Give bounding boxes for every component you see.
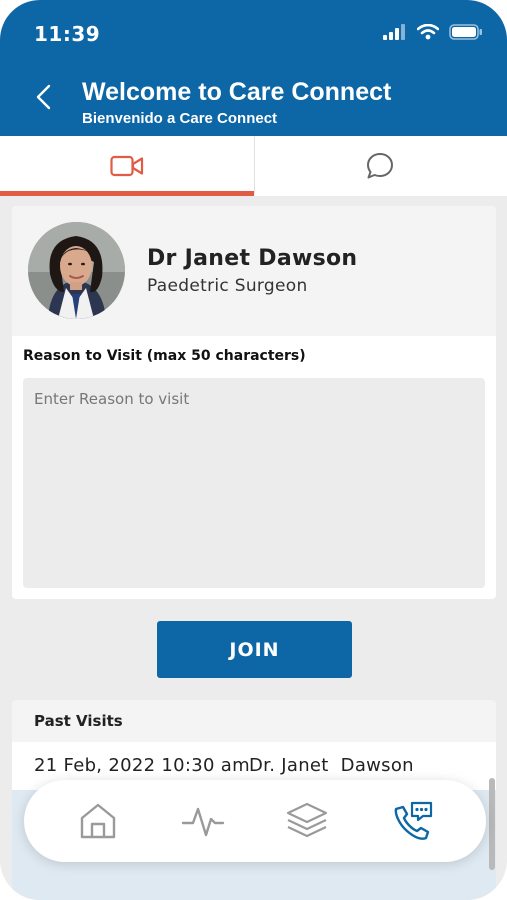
battery-icon [449,24,482,40]
home-icon [81,803,116,839]
doctor-header: Dr Janet Dawson Paedetric Surgeon [12,206,496,336]
status-icons [383,24,483,40]
past-visits-title: Past Visits [34,712,123,730]
signal-icon [383,24,405,40]
nav-home[interactable] [70,793,126,849]
past-visits-header: Past Visits [12,700,496,742]
nav-call[interactable] [384,793,440,849]
phone-chat-icon [394,801,432,840]
reason-label: Reason to Visit (max 50 characters) [23,348,306,364]
nav-layers[interactable] [279,793,335,849]
tab-chat[interactable] [254,136,507,196]
back-button[interactable] [30,82,60,112]
pulse-icon [181,807,224,837]
chat-bubble-icon [367,153,394,179]
past-visit-doctor: Dr. Janet Dawson [249,755,414,776]
layers-icon [287,802,328,838]
avatar [28,222,125,319]
page-title: Welcome to Care Connect [82,78,392,106]
bottom-nav [24,780,486,862]
doctor-name: Dr Janet Dawson [147,246,358,271]
reason-input[interactable] [23,378,485,588]
wifi-icon [417,24,439,40]
tab-divider [254,136,255,194]
past-visit-datetime: 21 Feb, 2022 10:30 am [34,755,250,776]
app-header: 11:39 Welcome to Care Connect Bienvenido… [0,0,507,136]
page-subtitle: Bienvenido a Care Connect [82,110,278,127]
nav-activity[interactable] [175,793,231,849]
phone-screen: 11:39 Welcome to Care Connect Bienvenido… [0,0,507,900]
scrollbar[interactable] [489,778,495,870]
video-camera-icon [110,155,143,177]
doctor-role: Paedetric Surgeon [147,276,308,296]
join-button[interactable]: JOIN [157,621,352,678]
tab-video[interactable] [0,136,254,196]
status-time: 11:39 [34,22,101,46]
visit-card: Dr Janet Dawson Paedetric Surgeon Reason… [12,206,496,599]
